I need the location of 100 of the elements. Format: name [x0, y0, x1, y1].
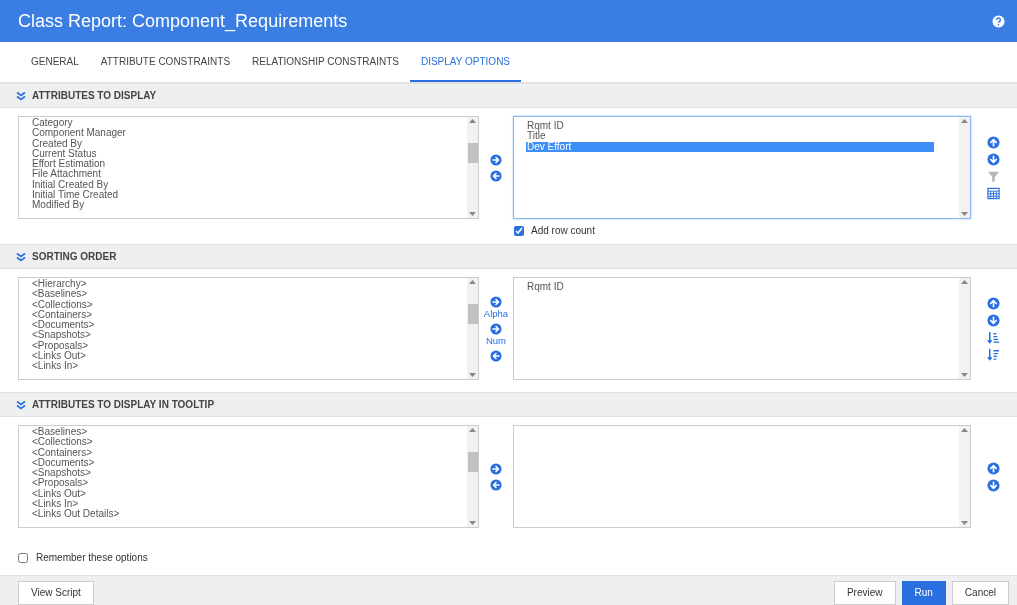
remove-button[interactable] — [490, 478, 502, 491]
scroll-down-icon[interactable] — [961, 212, 968, 216]
checkbox-label: Add row count — [531, 225, 595, 236]
list-item[interactable]: Initial Time Created — [31, 190, 467, 201]
view-script-button[interactable]: View Script — [18, 580, 94, 605]
arrow-right-icon — [490, 153, 502, 166]
list-item[interactable]: Category — [31, 118, 467, 129]
scrollbar[interactable] — [467, 117, 478, 218]
sort-ascending-icon[interactable] — [986, 330, 1000, 344]
scroll-down-icon[interactable] — [469, 212, 476, 216]
arrow-left-icon — [490, 349, 502, 362]
section-header[interactable]: ATTRIBUTES TO DISPLAY IN TOOLTIP — [0, 392, 1017, 417]
checkbox[interactable] — [514, 225, 524, 236]
scroll-thumb[interactable] — [467, 451, 478, 472]
scroll-thumb[interactable] — [467, 142, 478, 163]
list-item[interactable]: <Containers> — [31, 447, 467, 458]
add-button[interactable] — [490, 153, 502, 166]
scroll-up-icon[interactable] — [961, 280, 968, 284]
list-item[interactable]: <Links Out Details> — [31, 509, 467, 520]
selected-list[interactable] — [513, 425, 971, 528]
list-item[interactable]: <Containers> — [31, 309, 467, 321]
list-item[interactable]: Rqmt ID — [526, 282, 934, 293]
list-item[interactable]: <Collections> — [31, 299, 467, 310]
footer-button[interactable]: Cancel — [951, 580, 1009, 605]
list-item[interactable]: <Baselines> — [31, 427, 467, 438]
list-item[interactable]: Created By — [31, 138, 467, 149]
add-button[interactable]: Num — [485, 322, 507, 346]
list-item[interactable]: <Links Out> — [31, 351, 467, 362]
section-header[interactable]: ATTRIBUTES TO DISPLAY — [0, 83, 1017, 108]
list-item[interactable]: Component Manager — [31, 128, 467, 139]
list-item[interactable]: <Documents> — [31, 320, 467, 331]
list-item[interactable]: Current Status — [31, 148, 467, 160]
list-item[interactable]: File Attachment — [31, 169, 467, 180]
move-down-icon[interactable] — [986, 152, 1000, 166]
list-item[interactable]: <Hierarchy> — [31, 279, 467, 290]
arrow-left-icon — [490, 478, 502, 491]
section-title: ATTRIBUTES TO DISPLAY — [32, 90, 157, 101]
scroll-up-icon[interactable] — [469, 119, 476, 123]
checkbox[interactable] — [18, 552, 28, 563]
list-item[interactable]: <Links In> — [31, 361, 467, 372]
section-header[interactable]: SORTING ORDER — [0, 244, 1017, 269]
tab[interactable]: RELATIONSHIP CONSTRAINTS — [241, 42, 410, 82]
scroll-up-icon[interactable] — [961, 428, 968, 432]
move-down-icon[interactable] — [986, 313, 1000, 327]
table-icon[interactable] — [986, 186, 1000, 200]
window-title: Class Report: Component_Requirements — [18, 10, 348, 32]
scroll-up-icon[interactable] — [469, 428, 476, 432]
list-item[interactable]: <Links In> — [31, 499, 467, 510]
list-item[interactable]: <Snapshots> — [31, 468, 467, 479]
scroll-down-icon[interactable] — [961, 521, 968, 525]
list-item[interactable]: <Documents> — [31, 457, 467, 469]
arrow-right-icon — [490, 295, 502, 308]
list-item[interactable]: Modified By — [31, 200, 467, 211]
list-item[interactable]: <Proposals> — [31, 340, 467, 352]
help-icon[interactable] — [992, 14, 1005, 28]
section-title: SORTING ORDER — [32, 251, 117, 262]
tab[interactable]: ATTRIBUTE CONSTRAINTS — [89, 42, 242, 82]
scrollbar[interactable] — [959, 117, 970, 218]
tab[interactable]: GENERAL — [20, 42, 90, 82]
scroll-down-icon[interactable] — [469, 521, 476, 525]
list-item[interactable]: <Snapshots> — [31, 330, 467, 341]
scroll-up-icon[interactable] — [961, 119, 968, 123]
run-button[interactable]: Run — [901, 580, 946, 605]
sort-descending-icon[interactable] — [986, 347, 1000, 361]
arrow-left-icon — [490, 169, 502, 182]
list-item[interactable]: <Collections> — [31, 437, 467, 448]
list-item[interactable]: <Proposals> — [31, 478, 467, 489]
scrollbar[interactable] — [467, 426, 478, 527]
move-up-icon[interactable] — [986, 135, 1000, 149]
add-button[interactable]: Alpha — [483, 295, 509, 319]
available-list[interactable]: <Baselines> <Collections> <Containers> <Documents> <Snapshots> <Proposals> <Links Out> <Links In> <Links Out Details> — [18, 425, 479, 528]
chevron-down-icon — [16, 251, 26, 262]
checkbox-label: Remember these options — [36, 552, 148, 563]
available-list[interactable]: <Hierarchy> <Baselines> <Collections> <Containers> <Documents> <Snapshots> <Proposals> <Links Out> <Links In> — [18, 277, 479, 380]
remove-button[interactable] — [490, 349, 502, 362]
scrollbar[interactable] — [467, 278, 478, 379]
add-button[interactable] — [490, 462, 502, 475]
move-down-icon[interactable] — [986, 478, 1000, 492]
chevron-down-icon — [16, 399, 26, 410]
scroll-thumb[interactable] — [467, 303, 478, 324]
arrow-right-icon — [490, 462, 502, 475]
list-item[interactable]: <Links Out> — [31, 488, 467, 500]
scroll-down-icon[interactable] — [961, 373, 968, 377]
scrollbar[interactable] — [959, 278, 970, 379]
list-item[interactable]: Effort Estimation — [31, 159, 467, 170]
list-item[interactable]: Title — [526, 131, 934, 142]
selected-list[interactable]: Rqmt ID — [513, 277, 971, 380]
selected-list[interactable]: Rqmt ID Title Dev Effort — [513, 116, 971, 219]
list-item[interactable]: <Baselines> — [31, 289, 467, 300]
remove-button[interactable] — [490, 169, 502, 182]
scrollbar[interactable] — [959, 426, 970, 527]
move-up-icon[interactable] — [986, 461, 1000, 475]
list-item[interactable]: Rqmt ID — [526, 121, 934, 132]
scroll-up-icon[interactable] — [469, 280, 476, 284]
move-up-icon[interactable] — [986, 296, 1000, 310]
available-list[interactable]: Category Component Manager Created By Current Status Effort Estimation File Attachment Initial Created By Initial Time Created Modified By — [18, 116, 479, 219]
chevron-down-icon — [16, 90, 26, 101]
list-item[interactable]: Initial Created By — [31, 179, 467, 191]
scroll-down-icon[interactable] — [469, 373, 476, 377]
footer-button[interactable]: Preview — [833, 580, 896, 605]
